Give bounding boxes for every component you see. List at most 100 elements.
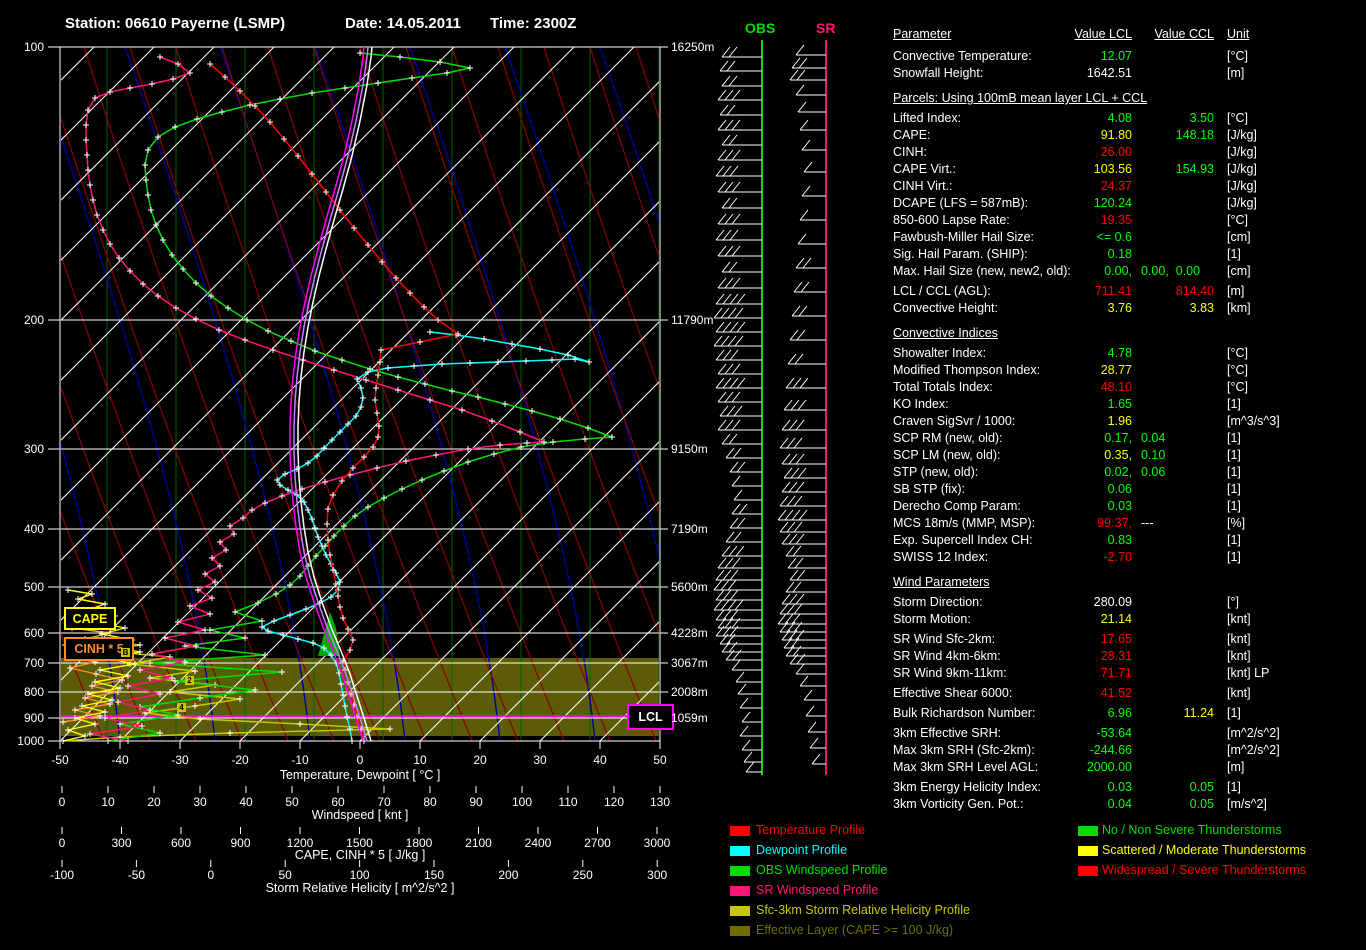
param-label: Sig. Hail Param. (SHIP): bbox=[893, 247, 1028, 261]
param-unit: [J/kg] bbox=[1227, 179, 1257, 193]
legend-label: Scattered / Moderate Thunderstorms bbox=[1102, 843, 1306, 857]
moist-adiabat-line bbox=[410, 47, 595, 741]
param-value-ccl: 814.40 bbox=[1134, 284, 1214, 298]
legend-label: Sfc-3km Storm Relative Helicity Profile bbox=[756, 903, 970, 917]
pressure-label: 300 bbox=[4, 442, 44, 456]
legend-label: OBS Windspeed Profile bbox=[756, 863, 887, 877]
isotherm-line bbox=[300, 47, 994, 741]
param-value-ccl: 0.05 bbox=[1134, 797, 1214, 811]
param-value-lcl: 3.76 bbox=[1012, 301, 1132, 315]
param-value-lcl: 26.00 bbox=[1012, 145, 1132, 159]
srh-axis-tick-label: 300 bbox=[647, 868, 667, 882]
param-value-lcl: 28.77 bbox=[1012, 363, 1132, 377]
wind-axis-tick-label: 60 bbox=[331, 795, 344, 809]
wind-axis-tick-label: 40 bbox=[239, 795, 252, 809]
param-unit: [m^3/s^3] bbox=[1227, 414, 1280, 428]
pressure-label: 100 bbox=[4, 40, 44, 54]
legend-label: Widespread / Severe Thunderstorms bbox=[1102, 863, 1306, 877]
param-unit: [°C] bbox=[1227, 380, 1248, 394]
date-label: Date: 14.05.2011 bbox=[345, 15, 461, 32]
param-label: Showalter Index: bbox=[893, 346, 986, 360]
param-label: 850-600 Lapse Rate: bbox=[893, 213, 1010, 227]
isotherm-line bbox=[420, 47, 1114, 741]
isotherm-line bbox=[240, 47, 934, 741]
param-value-lcl: 12.07 bbox=[1012, 49, 1132, 63]
param-unit: [1] bbox=[1227, 550, 1241, 564]
param-label: STP (new, old): bbox=[893, 465, 978, 479]
param-label: SB STP (fix): bbox=[893, 482, 965, 496]
param-unit: [1] bbox=[1227, 482, 1241, 496]
wind-axis-tick-label: 90 bbox=[469, 795, 482, 809]
param-label: LCL / CCL (AGL): bbox=[893, 284, 991, 298]
param-label: Total Totals Index: bbox=[893, 380, 993, 394]
param-value-second: 0.10 bbox=[1141, 448, 1165, 462]
param-unit: [cm] bbox=[1227, 264, 1251, 278]
srh-axis-tick-label: -50 bbox=[128, 868, 145, 882]
temp-axis-tick-label: 20 bbox=[473, 753, 486, 767]
height-label: 9150m bbox=[671, 442, 708, 456]
param-value-lcl: -2.70 bbox=[1012, 550, 1132, 564]
param-value-ccl: 0.05 bbox=[1134, 780, 1214, 794]
legend-label: Dewpoint Profile bbox=[756, 843, 847, 857]
param-unit: [m^2/s^2] bbox=[1227, 743, 1280, 757]
param-unit: [knt] bbox=[1227, 686, 1251, 700]
column-header-value-lcl: Value LCL bbox=[1062, 27, 1132, 41]
pressure-label: 200 bbox=[4, 313, 44, 327]
level-marker-4: 4 bbox=[177, 703, 186, 712]
param-value-lcl: 41.52 bbox=[1012, 686, 1132, 700]
param-label: Derecho Comp Param: bbox=[893, 499, 1021, 513]
param-value-lcl: 71.71 bbox=[1012, 666, 1132, 680]
param-value-lcl: 2000.00 bbox=[1012, 760, 1132, 774]
param-value-ccl: 148.18 bbox=[1134, 128, 1214, 142]
obs-wind-barbs bbox=[714, 47, 762, 772]
wind-axis-tick-label: 70 bbox=[377, 795, 390, 809]
wind-axis-tick-label: 50 bbox=[285, 795, 298, 809]
temp-axis-tick-label: 50 bbox=[653, 753, 666, 767]
cape-axis-tick-label: 1800 bbox=[406, 836, 433, 850]
cape-axis-title: CAPE, CINH * 5 [ J/kg ] bbox=[295, 848, 426, 862]
temp-axis-tick-label: 0 bbox=[357, 753, 364, 767]
legend-label: SR Windspeed Profile bbox=[756, 883, 878, 897]
section-header: Wind Parameters bbox=[893, 575, 990, 589]
param-unit: [m/s^2] bbox=[1227, 797, 1267, 811]
cape-axis-tick-label: 2700 bbox=[584, 836, 611, 850]
legend-swatch bbox=[730, 886, 750, 896]
param-label: KO Index: bbox=[893, 397, 949, 411]
param-value-lcl: 280.09 bbox=[1012, 595, 1132, 609]
sr-wind-barbs bbox=[778, 45, 826, 764]
param-value-second: 0.00, 0.00 bbox=[1141, 264, 1200, 278]
param-label: Convective Height: bbox=[893, 301, 998, 315]
param-unit: [1] bbox=[1227, 397, 1241, 411]
temp-axis-tick-label: 10 bbox=[413, 753, 426, 767]
param-value-lcl: 24.37 bbox=[1012, 179, 1132, 193]
wind-axis-tick-label: 30 bbox=[193, 795, 206, 809]
wind-axis-tick-label: 100 bbox=[512, 795, 532, 809]
param-unit: [knt] bbox=[1227, 632, 1251, 646]
param-value-lcl: 1.96 bbox=[1012, 414, 1132, 428]
legend-label: No / Non Severe Thunderstorms bbox=[1102, 823, 1282, 837]
param-value-lcl: 4.08 bbox=[1012, 111, 1132, 125]
temp-axis-tick-label: -40 bbox=[111, 753, 128, 767]
param-value-lcl: 1.65 bbox=[1012, 397, 1132, 411]
param-value-lcl: 17.65 bbox=[1012, 632, 1132, 646]
param-unit: [cm] bbox=[1227, 230, 1251, 244]
moist-adiabat-line bbox=[505, 47, 690, 741]
param-label: CINH Virt.: bbox=[893, 179, 953, 193]
param-label: SR Wind 4km-6km: bbox=[893, 649, 1001, 663]
param-label: Storm Direction: bbox=[893, 595, 983, 609]
dry-adiabat-line bbox=[176, 47, 426, 741]
param-label: Lifted Index: bbox=[893, 111, 961, 125]
param-value-lcl: 21.14 bbox=[1012, 612, 1132, 626]
srh-axis-tick-label: 250 bbox=[573, 868, 593, 882]
param-value-lcl: 0.04 bbox=[1012, 797, 1132, 811]
param-value-lcl: 120.24 bbox=[1012, 196, 1132, 210]
param-value-lcl: 99.37, bbox=[1012, 516, 1132, 530]
param-unit: [°] bbox=[1227, 595, 1239, 609]
pressure-label: 1000 bbox=[4, 734, 44, 748]
height-label: 1059m bbox=[671, 711, 708, 725]
param-value-lcl: 6.96 bbox=[1012, 706, 1132, 720]
dry-adiabat-line bbox=[590, 47, 840, 741]
param-unit: [1] bbox=[1227, 247, 1241, 261]
param-label: Convective Temperature: bbox=[893, 49, 1032, 63]
param-value-ccl: 154.93 bbox=[1134, 162, 1214, 176]
